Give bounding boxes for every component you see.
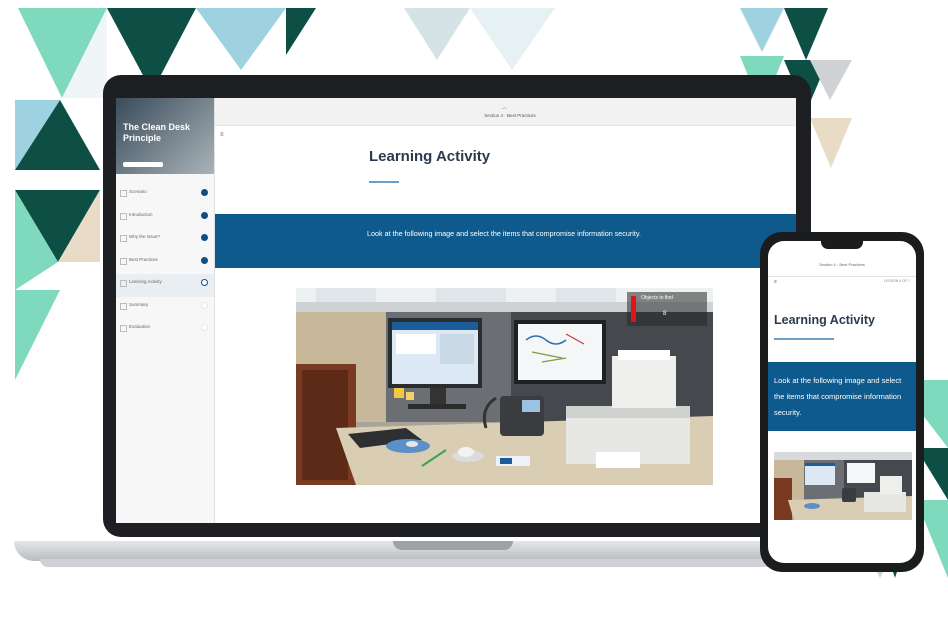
sidebar-item-label: Why the Issue?: [129, 234, 161, 239]
sidebar-item-label: Best Practices: [129, 256, 158, 262]
not-started-status-icon: [201, 324, 208, 331]
page-title: Learning Activity: [369, 148, 491, 165]
objects-count: 8: [663, 311, 667, 317]
checkbox-icon: [120, 235, 127, 242]
phone-screen: Section 4 · Best Practices ≡ LESSON 4 OF…: [768, 241, 916, 563]
sidebar-item-label: Scenario: [129, 189, 147, 194]
sidebar-item-introduction[interactable]: Introduction: [116, 207, 214, 230]
checkbox-icon: [120, 190, 127, 197]
checkbox-icon: [120, 302, 127, 310]
sidebar-item-learning-activity[interactable]: Learning Activity: [116, 274, 214, 297]
phone-lesson-progress: LESSON 4 OF 7: [884, 279, 910, 283]
hamburger-menu-icon[interactable]: ≡: [220, 132, 224, 138]
sidebar-item-label: Introduction: [129, 211, 153, 217]
phone-page-title: Learning Activity: [774, 313, 875, 327]
lesson-header: ︿ Section 4 · Best Practices: [215, 98, 796, 126]
sidebar-item-best-practices[interactable]: Best Practices: [116, 252, 214, 275]
complete-status-icon: [201, 256, 208, 264]
phone-office-illustration: [774, 452, 912, 520]
checkbox-icon: [120, 257, 127, 265]
sidebar-item-evaluation[interactable]: Evaluation: [116, 319, 214, 342]
phone-lesson-title: Section 4 · Best Practices: [819, 262, 865, 267]
lesson-list: Scenario Introduction Why the Issue? Bes…: [116, 184, 214, 342]
course-title: The Clean Desk Principle: [123, 122, 191, 143]
in-progress-status-icon: [201, 279, 208, 286]
phone-lesson-header: Section 4 · Best Practices: [768, 241, 916, 277]
complete-status-icon: [201, 211, 208, 219]
title-underline: [369, 181, 399, 183]
chevron-up-icon[interactable]: ︿: [502, 104, 507, 111]
sidebar-item-label: Evaluation: [129, 324, 151, 329]
checkbox-icon: [120, 212, 127, 220]
objects-label: Objects to find: [641, 295, 673, 301]
checkbox-icon: [120, 325, 127, 332]
sidebar-item-label: Learning Activity: [129, 279, 162, 284]
office-desk-image[interactable]: Objects to find 8: [296, 288, 713, 485]
course-progress-bar: [123, 162, 163, 167]
checkbox-icon: [120, 280, 127, 287]
laptop-screen: The Clean Desk Principle Scenario Introd…: [116, 98, 796, 523]
not-started-status-icon: [201, 301, 208, 309]
course-banner: The Clean Desk Principle: [116, 98, 214, 174]
sidebar-item-why-the-issue[interactable]: Why the Issue?: [116, 229, 214, 252]
hamburger-menu-icon[interactable]: ≡: [774, 279, 777, 285]
phone-title-underline: [774, 338, 834, 340]
phone-instruction-band: Look at the following image and select t…: [768, 362, 916, 431]
sidebar-item-summary[interactable]: Summary: [116, 297, 214, 320]
instruction-band: Look at the following image and select t…: [215, 214, 796, 268]
phone-office-desk-image[interactable]: [774, 452, 912, 520]
laptop-notch: [393, 541, 513, 550]
instruction-text: Look at the following image and select t…: [367, 229, 641, 238]
complete-status-icon: [201, 189, 208, 196]
sidebar-item-label: Summary: [129, 301, 149, 307]
phone-instruction-text: Look at the following image and select t…: [774, 376, 902, 417]
counter-indicator: [631, 296, 636, 322]
sidebar-item-scenario[interactable]: Scenario: [116, 184, 214, 207]
lesson-title: Section 4 · Best Practices: [484, 113, 536, 118]
objects-to-find-counter: Objects to find 8: [627, 292, 707, 326]
laptop-base-shadow: [40, 559, 870, 567]
complete-status-icon: [201, 234, 208, 241]
course-sidebar: The Clean Desk Principle Scenario Introd…: [116, 98, 215, 523]
